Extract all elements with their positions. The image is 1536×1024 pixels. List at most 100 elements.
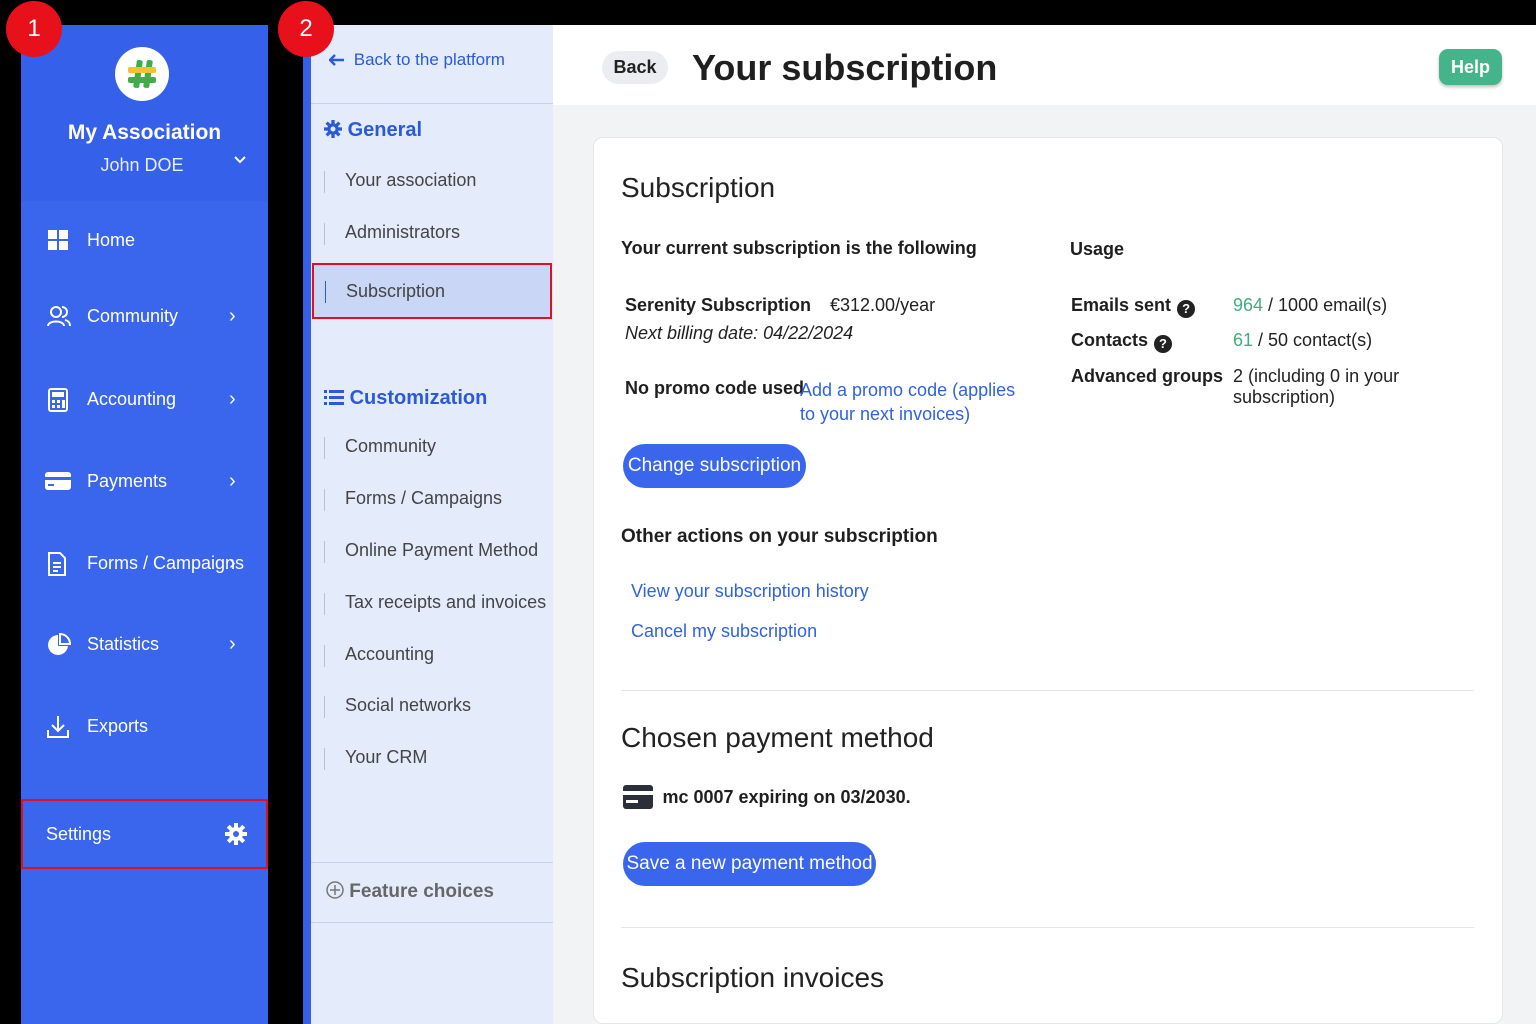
back-arrow-icon bbox=[328, 50, 350, 69]
section-general-title: General bbox=[347, 119, 423, 141]
divider bbox=[621, 690, 1474, 691]
section-customization: Customization bbox=[324, 387, 487, 410]
settings-item-accounting[interactable]: Accounting bbox=[324, 641, 553, 671]
page-title: Your subscription bbox=[692, 47, 998, 88]
save-payment-method-button[interactable]: Save a new payment method bbox=[623, 842, 876, 886]
main-content: Back Your subscription Help Subscription… bbox=[553, 25, 1536, 1024]
settings-item-label: Accounting bbox=[345, 644, 435, 664]
help-question-icon[interactable]: ? bbox=[1154, 335, 1173, 353]
contacts-text: Contacts bbox=[1071, 330, 1149, 350]
card-details: mc 0007 expiring on 03/2030. bbox=[662, 787, 911, 807]
settings-item-social-networks[interactable]: Social networks bbox=[324, 692, 553, 722]
divider bbox=[311, 103, 553, 104]
item-bar bbox=[324, 171, 325, 193]
settings-item-your-association[interactable]: Your association bbox=[324, 167, 553, 197]
settings-item-forms-campaigns[interactable]: Forms / Campaigns bbox=[324, 485, 553, 515]
sidebar-accent-strip bbox=[303, 25, 311, 1024]
settings-item-subscription[interactable]: Subscription bbox=[312, 263, 552, 319]
settings-item-label: Your CRM bbox=[345, 747, 428, 767]
settings-item-administrators[interactable]: Administrators bbox=[324, 219, 553, 249]
item-bar bbox=[324, 541, 325, 563]
nav-label-settings: Settings bbox=[46, 824, 112, 844]
section-general: General bbox=[324, 119, 422, 142]
nav-item-forms[interactable]: Forms / Campaigns › bbox=[21, 540, 268, 588]
step-marker-2: 2 bbox=[278, 1, 334, 57]
contacts-used: 61 bbox=[1233, 330, 1254, 350]
item-bar bbox=[325, 281, 326, 303]
nav-item-payments[interactable]: Payments › bbox=[21, 458, 268, 506]
subscription-history-link[interactable]: View your subscription history bbox=[631, 581, 869, 602]
main-sidebar: My Association John DOE Home Community ›… bbox=[21, 25, 268, 1024]
item-bar bbox=[324, 645, 325, 667]
settings-item-label: Online Payment Method bbox=[345, 540, 539, 560]
emails-used: 964 bbox=[1233, 295, 1264, 315]
back-to-platform-label: Back to the platform bbox=[353, 50, 505, 69]
current-subscription-label: Your current subscription is the followi… bbox=[621, 238, 977, 258]
change-subscription-button[interactable]: Change subscription bbox=[623, 444, 806, 488]
back-to-platform-link[interactable]: Back to the platform bbox=[328, 50, 505, 70]
divider bbox=[311, 922, 553, 923]
settings-item-tax-receipts[interactable]: Tax receipts and invoices bbox=[324, 589, 553, 619]
item-bar bbox=[324, 223, 325, 245]
add-promo-code-line-2: to your next invoices) bbox=[800, 404, 971, 424]
chevron-right-icon: › bbox=[229, 470, 236, 492]
nav-label-community: Community bbox=[87, 306, 179, 326]
feature-choices-toggle[interactable]: Feature choices bbox=[326, 881, 494, 903]
settings-item-label: Subscription bbox=[346, 281, 446, 301]
nav-item-statistics[interactable]: Statistics › bbox=[21, 621, 268, 669]
user-name: John DOE bbox=[100, 155, 184, 175]
settings-item-label: Social networks bbox=[345, 695, 472, 715]
gear-icon bbox=[324, 119, 348, 141]
item-bar bbox=[324, 593, 325, 615]
settings-item-your-crm[interactable]: Your CRM bbox=[324, 744, 553, 774]
emails-total: / 1000 email(s) bbox=[1263, 295, 1388, 315]
next-billing-date: Next billing date: 04/22/2024 bbox=[625, 323, 854, 343]
promo-status: No promo code used bbox=[625, 378, 805, 398]
settings-item-label: Forms / Campaigns bbox=[345, 488, 503, 508]
payment-method-heading: Chosen payment method bbox=[621, 722, 934, 753]
nav-item-settings[interactable]: Settings bbox=[21, 799, 268, 869]
subscription-card: Subscription Your current subscription i… bbox=[593, 137, 1503, 1024]
nav-label-statistics: Statistics bbox=[87, 634, 160, 654]
gear-icon bbox=[225, 823, 249, 847]
settings-item-label: Administrators bbox=[345, 222, 461, 242]
chevron-right-icon: › bbox=[229, 305, 236, 327]
help-question-icon[interactable]: ? bbox=[1177, 300, 1196, 318]
nav-item-exports[interactable]: Exports bbox=[21, 703, 268, 751]
divider bbox=[311, 862, 553, 863]
org-name: My Association bbox=[67, 121, 222, 144]
item-bar bbox=[324, 489, 325, 511]
item-bar bbox=[324, 748, 325, 770]
pie-chart-icon bbox=[47, 632, 72, 657]
item-bar bbox=[324, 437, 325, 459]
plan-name: Serenity Subscription bbox=[625, 295, 812, 315]
back-button[interactable]: Back bbox=[602, 51, 668, 84]
users-icon bbox=[47, 305, 71, 329]
download-icon bbox=[47, 715, 71, 739]
chevron-down-icon[interactable] bbox=[233, 153, 247, 172]
settings-item-community[interactable]: Community bbox=[324, 433, 553, 463]
settings-sidebar: Back to the platform General Your associ… bbox=[311, 25, 553, 1024]
contacts-value: 61 / 50 contact(s) bbox=[1233, 330, 1372, 351]
usage-heading: Usage bbox=[1070, 239, 1125, 259]
section-customization-title: Customization bbox=[349, 387, 488, 409]
nav-label-accounting: Accounting bbox=[87, 389, 177, 409]
nav-item-home[interactable]: Home bbox=[21, 217, 268, 265]
plan-price: €312.00/year bbox=[830, 295, 936, 315]
nav-item-community[interactable]: Community › bbox=[21, 293, 268, 341]
emails-sent-text: Emails sent bbox=[1071, 295, 1172, 315]
nav-item-accounting[interactable]: Accounting › bbox=[21, 376, 268, 424]
help-button[interactable]: Help bbox=[1439, 49, 1502, 85]
other-actions-heading: Other actions on your subscription bbox=[621, 526, 938, 547]
org-switcher[interactable]: My Association John DOE bbox=[21, 25, 268, 201]
cancel-subscription-link[interactable]: Cancel my subscription bbox=[631, 621, 817, 642]
feature-choices-label: Feature choices bbox=[349, 881, 494, 902]
nav-label-exports: Exports bbox=[87, 716, 149, 736]
settings-item-online-payment-method[interactable]: Online Payment Method bbox=[324, 537, 553, 567]
calculator-icon bbox=[47, 388, 71, 412]
add-promo-code-link[interactable]: Add a promo code (applies to your next i… bbox=[800, 378, 1015, 426]
card-row: mc 0007 expiring on 03/2030. bbox=[622, 784, 911, 810]
add-promo-code-line-1: Add a promo code (applies bbox=[800, 380, 1016, 400]
credit-card-icon bbox=[44, 470, 71, 494]
plus-circle-icon bbox=[326, 881, 349, 902]
